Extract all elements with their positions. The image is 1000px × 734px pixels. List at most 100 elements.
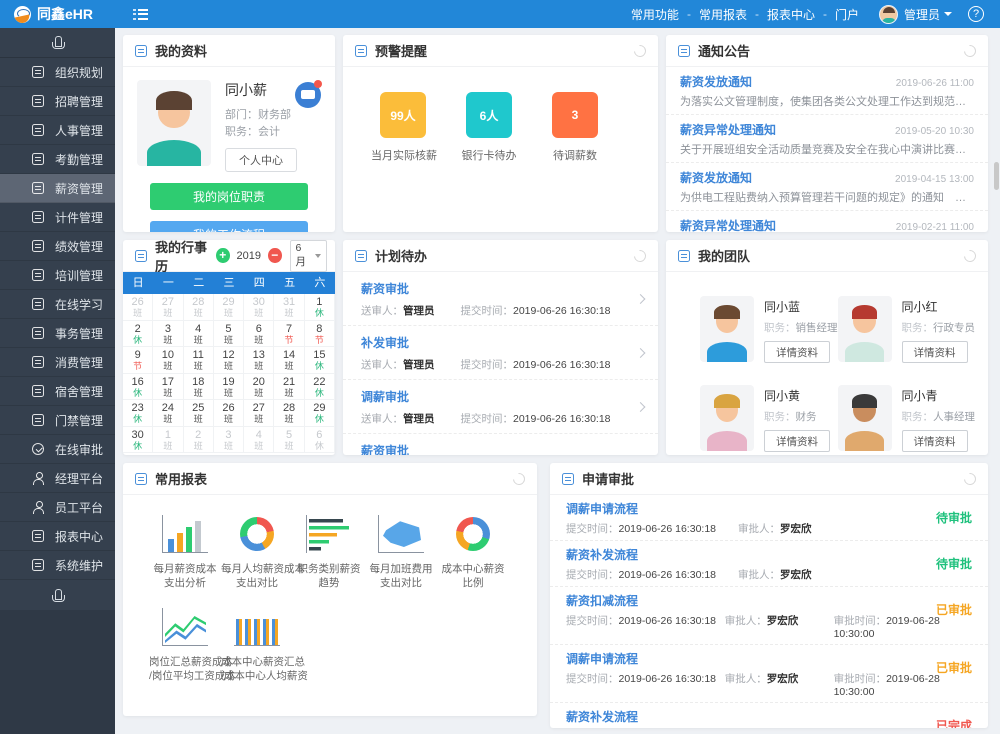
sidebar-collapse-bottom[interactable]	[0, 580, 115, 610]
day-type-tag: 班	[274, 388, 303, 399]
report-icon	[135, 473, 147, 485]
profile-avatar	[137, 80, 211, 166]
user-menu[interactable]: 管理员	[879, 5, 952, 24]
calendar-day-cell: 20 班	[244, 374, 274, 401]
todo-sender: 送审人：管理员	[361, 303, 435, 318]
sidebar-item[interactable]: 薪资管理	[0, 174, 115, 203]
sidebar-item[interactable]: 报表中心	[0, 522, 115, 551]
alert-value: 99人	[380, 92, 426, 138]
sidebar-item[interactable]: 宿舍管理	[0, 377, 115, 406]
approval-item[interactable]: 薪资补发流程 提交时间：2019-06-26 16:30:18 审批人：罗宏欣 …	[550, 703, 988, 728]
year-increase-button[interactable]: +	[216, 248, 230, 263]
member-detail-button[interactable]: 详情资料	[902, 430, 968, 452]
sidebar-item[interactable]: 计件管理	[0, 203, 115, 232]
alert-stat[interactable]: 99人 当月实际核薪	[371, 92, 435, 163]
sidebar-item[interactable]: 绩效管理	[0, 232, 115, 261]
notice-item[interactable]: 薪资发放通知 2019-04-15 13:00 为供电工程贴费纳入预算管理若干问…	[666, 163, 988, 211]
member-detail-button[interactable]: 详情资料	[764, 430, 830, 452]
sidebar-item[interactable]: 在线学习	[0, 290, 115, 319]
approval-item[interactable]: 调薪申请流程 提交时间：2019-06-26 16:30:18 审批人：罗宏欣 …	[550, 495, 988, 541]
report-shortcut[interactable]: 岗位汇总薪资成本 /岗位平均工资成本	[149, 608, 221, 683]
month-select[interactable]: 6月	[290, 240, 328, 272]
todo-item[interactable]: 调薪审批 送审人：管理员 提交时间：2019-06-26 16:30:18	[343, 380, 658, 434]
refresh-icon[interactable]	[962, 247, 979, 264]
sidebar-footer	[0, 610, 115, 734]
notice-item[interactable]: 薪资异常处理通知 2019-02-21 11:00 要进一步加强供用电合同管理，…	[666, 211, 988, 232]
report-label-line2: 支出对比	[221, 576, 293, 590]
sidebar-item[interactable]: 系统维护	[0, 551, 115, 580]
refresh-icon[interactable]	[962, 42, 979, 59]
sidebar-item[interactable]: 人事管理	[0, 116, 115, 145]
day-number: 3	[214, 429, 243, 441]
report-shortcut[interactable]: 每月薪资成本 支出分析	[149, 515, 221, 590]
scrollbar-thumb[interactable]	[994, 162, 999, 190]
personal-center-button[interactable]: 个人中心	[225, 148, 297, 172]
report-shortcut[interactable]: 每月加班费用 支出对比	[365, 515, 437, 590]
calendar-day-cell: 29 休	[305, 400, 335, 427]
todo-item[interactable]: 薪资审批 送审人：管理员 提交时间：2019-06-26 16:30:18	[343, 272, 658, 326]
todo-list: 薪资审批 送审人：管理员 提交时间：2019-06-26 16:30:18 补发…	[343, 272, 658, 455]
my-duties-button[interactable]: 我的岗位职责	[150, 183, 308, 210]
sidebar-item[interactable]: 招聘管理	[0, 87, 115, 116]
approval-item[interactable]: 薪资扣减流程 提交时间：2019-06-26 16:30:18 审批人：罗宏欣 …	[550, 587, 988, 645]
year-decrease-button[interactable]: −	[268, 248, 282, 263]
report-label-line1: 职务类别薪资	[293, 562, 365, 576]
day-number: 28	[184, 296, 213, 308]
topbar-link[interactable]: 报表中心 -	[763, 6, 831, 23]
notice-item[interactable]: 薪资发放通知 2019-06-26 11:00 为落实公文管理制度，使集团各类公…	[666, 67, 988, 115]
menu-toggle-icon[interactable]	[133, 9, 148, 20]
member-role: 职务：行政专员	[902, 320, 976, 335]
alert-stat[interactable]: 3 待调薪数	[543, 92, 607, 163]
notice-body: 为落实公文管理制度，使集团各类公文处理工作达到规范化、制度化、流程化，提高公文处…	[680, 93, 974, 109]
todo-title: 薪资审批	[361, 280, 628, 297]
refresh-icon[interactable]	[632, 42, 649, 59]
user-avatar	[879, 5, 898, 24]
day-number: 25	[184, 402, 213, 414]
member-detail-button[interactable]: 详情资料	[902, 341, 968, 363]
sidebar-item[interactable]: 门禁管理	[0, 406, 115, 435]
refresh-icon[interactable]	[962, 470, 979, 487]
todo-item[interactable]: 薪资审批 送审人：管理员 提交时间：2019-06-26 16:30:18	[343, 434, 658, 455]
day-type-tag: 班	[184, 414, 213, 425]
calendar-day-cell: 14 班	[274, 347, 304, 374]
day-type-tag: 班	[153, 308, 182, 319]
report-shortcut[interactable]: 每月人均薪资成本 支出对比	[221, 515, 293, 590]
card-alerts: 预警提醒 99人 当月实际核薪 6人 银行卡待办 3 待调薪数	[343, 35, 658, 232]
approval-item[interactable]: 调薪申请流程 提交时间：2019-06-26 16:30:18 审批人：罗宏欣 …	[550, 645, 988, 703]
report-grid: 每月薪资成本 支出分析 每月人均薪资成本 支出对比 职务类别薪资 趋势 每月加班…	[123, 495, 537, 701]
my-workflow-button[interactable]: 我的工作流程	[150, 221, 308, 232]
topbar-link[interactable]: 常用功能 -	[627, 6, 695, 23]
sidebar-item[interactable]: 经理平台	[0, 464, 115, 493]
sidebar-item[interactable]: 在线审批	[0, 435, 115, 464]
todo-item[interactable]: 补发审批 送审人：管理员 提交时间：2019-06-26 16:30:18	[343, 326, 658, 380]
approval-item[interactable]: 薪资补发流程 提交时间：2019-06-26 16:30:18 审批人：罗宏欣 …	[550, 541, 988, 587]
day-number: 18	[184, 376, 213, 388]
sidebar-collapse-top[interactable]	[0, 28, 115, 58]
sidebar-item[interactable]: 消费管理	[0, 348, 115, 377]
topbar-link[interactable]: 门户 -	[831, 6, 863, 23]
sidebar-item[interactable]: 考勤管理	[0, 145, 115, 174]
calendar-day-cell: 5 班	[274, 427, 304, 454]
refresh-icon[interactable]	[632, 247, 649, 264]
notice-list: 薪资发放通知 2019-06-26 11:00 为落实公文管理制度，使集团各类公…	[666, 67, 988, 232]
day-number: 14	[274, 349, 303, 361]
calendar-day-cell: 4 班	[244, 427, 274, 454]
topbar-link[interactable]: 常用报表 -	[695, 6, 763, 23]
sidebar-item-icon	[32, 559, 44, 571]
refresh-icon[interactable]	[511, 470, 528, 487]
message-icon[interactable]	[295, 82, 321, 108]
help-icon[interactable]: ?	[968, 6, 984, 22]
member-detail-button[interactable]: 详情资料	[764, 341, 830, 363]
calendar-day-cell: 10 班	[153, 347, 183, 374]
notice-item[interactable]: 薪资异常处理通知 2019-05-20 10:30 关于开展班组安全活动质量竞赛…	[666, 115, 988, 163]
report-shortcut[interactable]: 成本中心薪资汇总 /成本中心人均薪资	[221, 608, 293, 683]
sidebar-item[interactable]: 事务管理	[0, 319, 115, 348]
sidebar-item[interactable]: 员工平台	[0, 493, 115, 522]
report-shortcut[interactable]: 成本中心薪资 比例	[437, 515, 509, 590]
report-shortcut[interactable]: 职务类别薪资 趋势	[293, 515, 365, 590]
chevron-right-icon	[636, 402, 646, 412]
alert-stat[interactable]: 6人 银行卡待办	[457, 92, 521, 163]
sidebar-item[interactable]: 组织规划	[0, 58, 115, 87]
avatar-shirt	[845, 342, 885, 362]
sidebar-item[interactable]: 培训管理	[0, 261, 115, 290]
